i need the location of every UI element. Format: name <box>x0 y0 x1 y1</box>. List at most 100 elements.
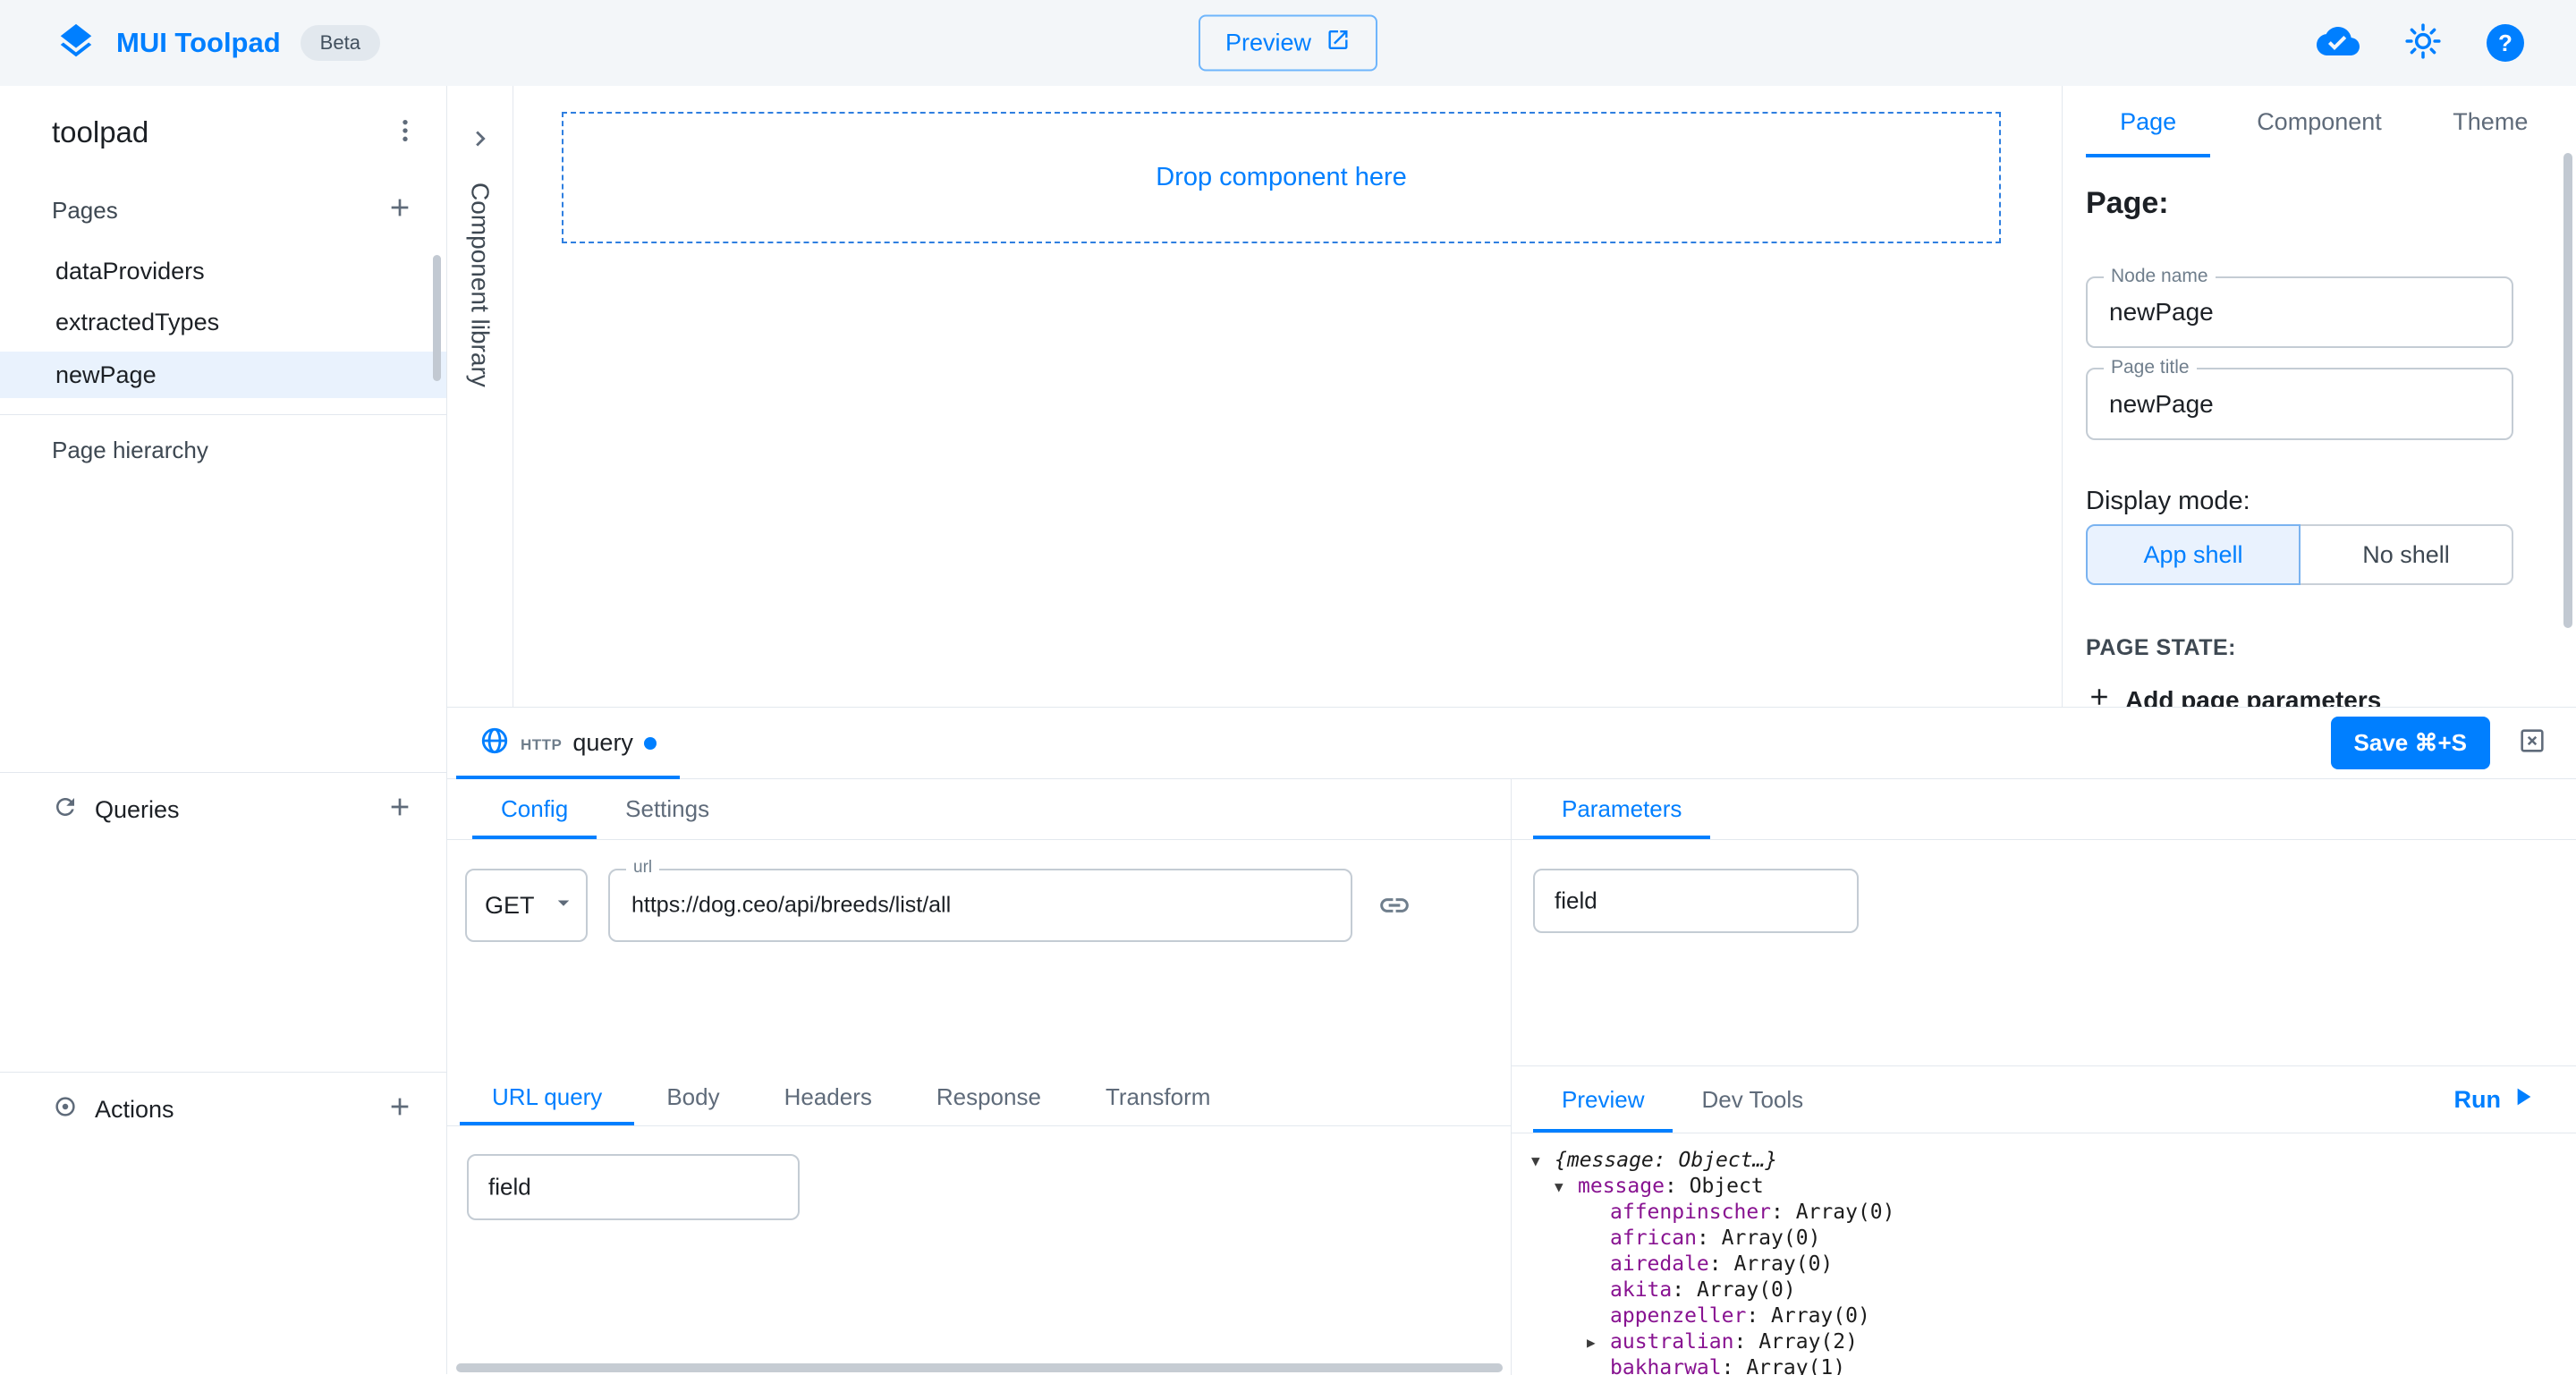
save-button[interactable]: Save ⌘+S <box>2331 717 2490 769</box>
sidebar-item-extractedtypes[interactable]: extractedTypes <box>0 299 446 345</box>
tree-row: appenzellerArray(0) <box>1531 1303 2576 1329</box>
toggle-app-shell[interactable]: App shell <box>2086 524 2301 585</box>
queries-icon <box>52 794 79 827</box>
tab-response[interactable]: Response <box>904 1069 1073 1125</box>
editor-area: Component library Drop component here Pa… <box>447 86 2576 707</box>
tree-row: airedaleArray(0) <box>1531 1252 2576 1277</box>
divider <box>0 772 446 773</box>
tree-expand-icon[interactable]: ▼ <box>1555 1174 1578 1200</box>
json-result-tree: ▼{message: Object…} ▼messageObject affen… <box>1512 1137 2576 1375</box>
tab-body[interactable]: Body <box>634 1069 751 1125</box>
arrow-drop-down-icon <box>550 889 577 922</box>
drop-zone[interactable]: Drop component here <box>562 112 2001 243</box>
horizontal-scrollbar[interactable] <box>456 1363 1503 1372</box>
sidebar-item-newpage[interactable]: newPage <box>0 352 446 398</box>
help-icon[interactable]: ? <box>2487 24 2524 62</box>
page-title-label: Page title <box>2104 357 2197 378</box>
left-sidebar: toolpad Pages dataProviders extractedTyp… <box>0 86 447 1374</box>
http-method-select[interactable]: GET <box>465 869 588 942</box>
parameters-tabs: Parameters <box>1512 779 2576 840</box>
inspector-panel: Page Component Theme Page: Node name new… <box>2062 86 2576 707</box>
node-name-label: Node name <box>2104 266 2216 287</box>
tab-preview[interactable]: Preview <box>1533 1066 1673 1133</box>
toolpad-logo-icon <box>55 21 97 66</box>
app-header: MUI Toolpad Beta Preview ? <box>0 0 2576 86</box>
url-query-field-input[interactable]: field <box>467 1154 800 1220</box>
tab-settings[interactable]: Settings <box>597 779 738 839</box>
link-icon[interactable] <box>1377 888 1411 927</box>
tab-config[interactable]: Config <box>472 779 597 839</box>
query-tabs-bar: HTTP query Save ⌘+S <box>447 708 2576 779</box>
tab-page[interactable]: Page <box>2063 86 2233 157</box>
theme-mode-icon[interactable] <box>2404 22 2442 64</box>
actions-section-header: Actions <box>0 1088 446 1131</box>
close-panel-icon[interactable] <box>2517 726 2547 760</box>
add-page-icon[interactable] <box>386 193 414 228</box>
request-tabs: URL query Body Headers Response Transfor… <box>447 1069 1511 1126</box>
query-name-label: query <box>572 729 633 757</box>
page-title-value: newPage <box>2109 390 2214 419</box>
tree-row: akitaArray(0) <box>1531 1277 2576 1303</box>
tab-component[interactable]: Component <box>2233 86 2404 157</box>
component-library-label: Component library <box>466 182 495 387</box>
query-kind-label: HTTP <box>521 736 562 754</box>
http-icon <box>479 726 510 760</box>
page-title-field[interactable]: Page title newPage <box>2086 368 2513 440</box>
preview-button[interactable]: Preview <box>1199 15 1377 72</box>
unsaved-dot-indicator <box>644 737 657 750</box>
display-mode-label: Display mode: <box>2086 487 2250 516</box>
tab-headers[interactable]: Headers <box>752 1069 904 1125</box>
add-page-parameters-button[interactable]: Add page parameters <box>2086 683 2381 707</box>
page-hierarchy-label: Page hierarchy <box>52 437 208 464</box>
sidebar-item-dataproviders[interactable]: dataProviders <box>0 248 446 294</box>
result-tabs: Preview Dev Tools Run <box>1512 1065 2576 1133</box>
config-tabs: Config Settings <box>447 779 1511 840</box>
tree-expand-icon[interactable]: ▶ <box>1587 1329 1610 1355</box>
open-in-new-icon <box>1326 28 1351 59</box>
tab-transform[interactable]: Transform <box>1073 1069 1243 1125</box>
toggle-no-shell[interactable]: No shell <box>2299 524 2513 585</box>
node-name-field[interactable]: Node name newPage <box>2086 276 2513 348</box>
tree-expand-icon[interactable]: ▼ <box>1531 1148 1555 1174</box>
url-input-label: url <box>626 858 659 878</box>
add-query-icon[interactable] <box>386 793 414 828</box>
tree-row: affenpinscherArray(0) <box>1531 1200 2576 1226</box>
component-library-panel[interactable]: Component library <box>447 86 513 707</box>
node-name-value: newPage <box>2109 298 2214 327</box>
queries-section-header: Queries <box>0 788 446 831</box>
tree-row: bakharwalArray(1) <box>1531 1355 2576 1375</box>
pages-section-header: Pages <box>0 191 446 230</box>
query-preview-pane: Parameters field Preview Dev Tools Run ▼… <box>1512 779 2576 1375</box>
project-title: toolpad <box>52 115 148 149</box>
tab-dev-tools[interactable]: Dev Tools <box>1673 1066 1832 1133</box>
app-title: MUI Toolpad <box>116 27 281 59</box>
query-config-pane: Config Settings GET url https://dog.ceo/… <box>447 779 1512 1375</box>
actions-icon <box>52 1093 79 1126</box>
tree-row-australian[interactable]: ▶australianArray(2) <box>1531 1329 2576 1355</box>
page-heading: Page: <box>2086 186 2169 221</box>
chevron-right-icon[interactable] <box>465 123 496 158</box>
page-state-label: PAGE STATE: <box>2086 635 2236 661</box>
display-mode-toggle: App shell No shell <box>2086 524 2513 585</box>
tab-url-query[interactable]: URL query <box>460 1069 634 1125</box>
parameter-field-input[interactable]: field <box>1533 869 1859 933</box>
cloud-done-icon[interactable] <box>2317 20 2360 67</box>
tab-parameters[interactable]: Parameters <box>1533 779 1710 839</box>
more-vert-icon[interactable] <box>391 116 419 149</box>
query-tab-http-query[interactable]: HTTP query <box>456 708 680 778</box>
tree-root-row[interactable]: ▼{message: Object…} <box>1531 1148 2576 1174</box>
run-button[interactable]: Run <box>2454 1066 2576 1133</box>
play-icon <box>2508 1082 2537 1117</box>
query-editor-panel: HTTP query Save ⌘+S Config Settings GET <box>447 707 2576 1374</box>
beta-badge: Beta <box>301 25 380 61</box>
page-canvas: Drop component here <box>513 86 2062 707</box>
url-input[interactable]: url https://dog.ceo/api/breeds/list/all <box>608 869 1352 942</box>
tree-row: africanArray(0) <box>1531 1226 2576 1252</box>
sidebar-scrollbar[interactable] <box>433 255 441 381</box>
add-action-icon[interactable] <box>386 1092 414 1127</box>
divider <box>0 1072 446 1073</box>
tab-theme[interactable]: Theme <box>2405 86 2576 157</box>
inspector-tabs: Page Component Theme <box>2063 86 2576 157</box>
inspector-scrollbar[interactable] <box>2563 153 2572 628</box>
tree-row-message[interactable]: ▼messageObject <box>1531 1174 2576 1200</box>
